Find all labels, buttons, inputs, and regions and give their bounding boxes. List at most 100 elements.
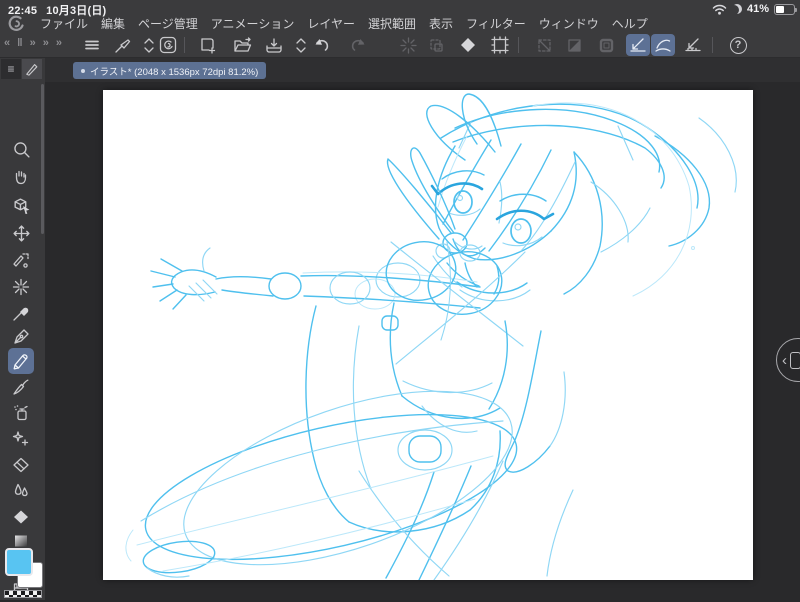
snap-to-ruler-button[interactable] [626,34,650,56]
show-palette-handle[interactable]: ‹ [776,338,800,382]
airbrush-icon [14,405,28,421]
undo-button[interactable] [310,34,334,56]
sidebar-tool-auto-select[interactable] [8,274,34,300]
selection-convert-button[interactable] [532,34,556,56]
document-tab-bar: イラスト* (2048 x 1536px 72dpi 81.2%) [45,58,800,82]
menu-bar: ファイル 編集 ページ管理 アニメーション レイヤー 選択範囲 表示 フィルター… [40,16,648,31]
brush-icon [13,379,29,395]
sparkle-icon [12,431,29,446]
menu-file[interactable]: ファイル [40,15,88,32]
help-icon: ? [729,36,747,54]
snap-grid-icon [685,38,701,52]
sidebar-tool-object-operation[interactable] [8,248,34,274]
sidebar-tool-3d-object[interactable] [8,192,34,218]
selection-border-button[interactable] [594,34,618,56]
command-bar: «‖»»» ? [0,32,800,58]
panel-icon [790,351,800,369]
palette-menu-button[interactable]: ≡ [1,59,21,79]
sidebar-tool-brush[interactable] [8,374,34,400]
palette-dock-arrows[interactable]: «‖»»» [4,37,62,49]
open-file-button[interactable] [230,34,254,56]
menu-window[interactable]: ウィンドウ [539,15,599,32]
clip-studio-paint-logo [8,15,24,31]
palette-scrollbar[interactable] [41,84,44,234]
battery-percent: 41% [746,3,769,15]
save-button[interactable] [262,34,286,56]
sidebar-tool-pen[interactable] [8,324,34,350]
clip-studio-button[interactable] [156,34,180,56]
sidebar-tool-blend[interactable] [8,478,34,504]
pen-nib-icon [14,329,29,344]
clip-studio-icon [159,36,177,54]
magic-wand-icon [12,278,30,296]
battery-icon [774,3,797,15]
deselect-layer-button[interactable] [424,34,448,56]
burst-icon [399,36,417,54]
crop-frame-icon [491,36,509,54]
sidebar-tool-eraser[interactable] [8,452,34,478]
sidebar-tool-eyedropper[interactable] [8,300,34,326]
menu-selection[interactable]: 選択範囲 [368,15,416,32]
sidebar-tool-hand[interactable] [8,164,34,190]
menu-edit[interactable]: 編集 [101,15,125,32]
chevron-left-icon: ‹ [782,351,787,369]
sidebar-tool-fill[interactable] [8,504,34,530]
hamburger-icon [85,40,99,50]
hand-icon [15,170,27,185]
eraser-icon [13,457,29,473]
fill-diamond-icon [14,510,28,524]
main-menu-button[interactable] [80,34,104,56]
drawing-canvas[interactable] [103,90,753,580]
diamond-fill-icon [461,38,475,52]
selection-invert-button[interactable] [562,34,586,56]
document-tab[interactable]: イラスト* (2048 x 1536px 72dpi 81.2%) [73,62,267,79]
selection-border-icon [599,38,613,52]
chevron-updown-icon [296,37,306,53]
status-right: 41% [712,3,797,15]
toolbar-separator [518,37,519,53]
toolbar-separator [712,37,713,53]
snap-to-special-ruler-button[interactable] [651,34,675,56]
pen-icon [26,64,38,76]
new-canvas-button[interactable] [196,34,220,56]
current-tool-button[interactable] [110,34,134,56]
crop-frame-button[interactable] [488,34,512,56]
undo-icon [315,39,329,51]
menu-filter[interactable]: フィルター [466,15,526,32]
snap-ruler-icon [630,38,646,52]
menu-view[interactable]: 表示 [429,15,453,32]
clear-button[interactable] [396,34,420,56]
snap-to-grid-button[interactable] [681,34,705,56]
menu-page-manage[interactable]: ページ管理 [138,15,198,32]
foreground-color-swatch[interactable] [5,548,33,576]
eyedropper-icon [13,307,29,321]
redo-button[interactable] [346,34,370,56]
menu-layer[interactable]: レイヤー [307,15,355,32]
open-folder-icon [233,36,251,52]
eyedropper-square-icon [114,38,130,53]
tool-palette: ≡ [0,58,45,600]
sidebar-tool-pencil[interactable] [8,348,34,374]
sidebar-tool-decoration[interactable] [8,426,34,452]
pencil-icon [13,354,28,370]
cube-cursor-icon [13,197,29,214]
sidebar-tool-move-layer[interactable] [8,220,34,246]
current-tool-display[interactable] [22,59,42,79]
selection-invert-icon [567,38,581,52]
sidebar-tool-airbrush[interactable] [8,400,34,426]
snap-special-ruler-icon [655,39,671,52]
move-cross-icon [12,224,30,242]
fill-command-button[interactable] [456,34,480,56]
toolbar-separator [184,37,185,53]
top-chrome: 22:45 10月3日(日) 41% ファイル 編集 ページ管理 アニメーション … [0,0,800,32]
magnifier-icon [13,141,30,158]
menu-animation[interactable]: アニメーション [211,15,295,32]
document-tab-label: イラスト* (2048 x 1536px 72dpi 81.2%) [90,66,259,78]
sketch-strokes [125,93,737,580]
menu-help[interactable]: ヘルプ [612,15,648,32]
redo-icon [351,39,365,51]
transparent-color-swatch[interactable] [4,590,42,598]
sidebar-tool-zoom[interactable] [8,136,34,162]
workspace: イラスト* (2048 x 1536px 72dpi 81.2%) ‹ [45,58,800,600]
help-button[interactable]: ? [726,34,750,56]
